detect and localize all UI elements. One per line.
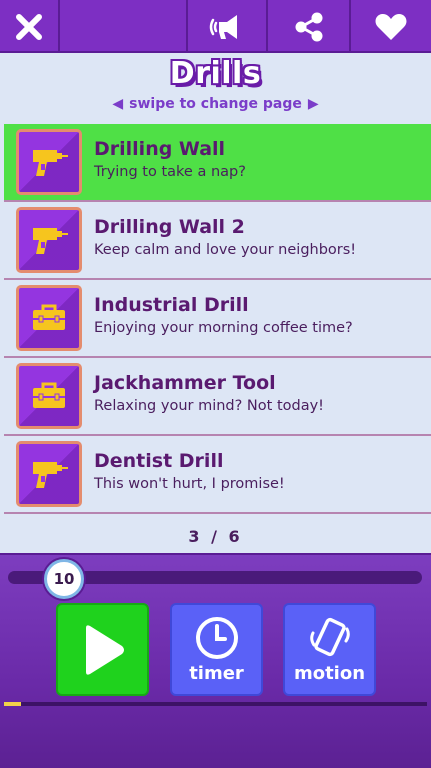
close-button[interactable]	[0, 0, 60, 53]
sound-list: Drilling Wall Trying to take a nap? Dril…	[4, 124, 431, 514]
drill-icon	[33, 462, 68, 488]
drill-icon	[33, 228, 68, 254]
list-item[interactable]: Industrial Drill Enjoying your morning c…	[4, 280, 431, 358]
list-item-title: Jackhammer Tool	[94, 372, 276, 394]
list-item[interactable]: Drilling Wall 2 Keep calm and love your …	[4, 202, 431, 280]
list-item-subtitle: Enjoying your morning coffee time?	[94, 320, 353, 336]
close-icon	[16, 13, 42, 40]
list-item-icon	[16, 363, 82, 429]
list-item[interactable]: Jackhammer Tool Relaxing your mind? Not …	[4, 358, 431, 436]
swipe-hint: swipe to change page	[129, 96, 302, 112]
list-item[interactable]: Drilling Wall Trying to take a nap?	[4, 124, 431, 202]
list-item-icon	[16, 441, 82, 507]
toolbox-icon	[33, 382, 65, 408]
heart-icon	[375, 13, 407, 40]
top-bar-spacer	[60, 0, 188, 53]
drill-icon	[33, 150, 68, 176]
phone-shake-icon	[309, 617, 350, 657]
motion-button[interactable]: motion	[283, 603, 376, 696]
motion-label: motion	[293, 663, 366, 684]
playback-progress-fill	[4, 702, 21, 706]
list-item-subtitle: This won't hurt, I promise!	[94, 476, 285, 492]
page-title: Drills	[169, 56, 262, 91]
play-icon	[85, 624, 124, 675]
list-item-subtitle: Keep calm and love your neighbors!	[94, 242, 357, 258]
list-item-title: Industrial Drill	[94, 294, 249, 316]
chevron-right-icon[interactable]: ▶	[308, 96, 319, 112]
playback-progress	[4, 702, 427, 706]
duration-slider-knob[interactable]: 10	[44, 559, 84, 599]
top-bar	[0, 0, 431, 53]
list-item-icon	[16, 129, 82, 195]
favorite-button[interactable]	[351, 0, 431, 53]
timer-label: timer	[189, 663, 244, 684]
control-panel: 10 timer motion	[0, 553, 431, 768]
share-button[interactable]	[268, 0, 351, 53]
list-item-title: Drilling Wall	[94, 138, 226, 160]
list-item[interactable]: Dentist Drill This won't hurt, I promise…	[4, 436, 431, 514]
page-subtitle[interactable]: ◀ swipe to change page ▶	[0, 96, 431, 112]
list-item-title: Drilling Wall 2	[94, 216, 245, 238]
list-item-subtitle: Relaxing your mind? Not today!	[94, 398, 324, 414]
list-item-icon	[16, 207, 82, 273]
page-indicator: 3 / 6	[188, 527, 243, 546]
share-icon	[295, 12, 322, 41]
play-button[interactable]	[56, 603, 149, 696]
clock-icon	[195, 617, 238, 659]
list-item-subtitle: Trying to take a nap?	[94, 164, 246, 180]
sound-button[interactable]	[188, 0, 268, 53]
toolbox-icon	[33, 304, 65, 330]
list-item-icon	[16, 285, 82, 351]
chevron-left-icon[interactable]: ◀	[112, 96, 123, 112]
timer-button[interactable]: timer	[170, 603, 263, 696]
list-item-title: Dentist Drill	[94, 450, 224, 472]
megaphone-icon	[209, 14, 237, 39]
